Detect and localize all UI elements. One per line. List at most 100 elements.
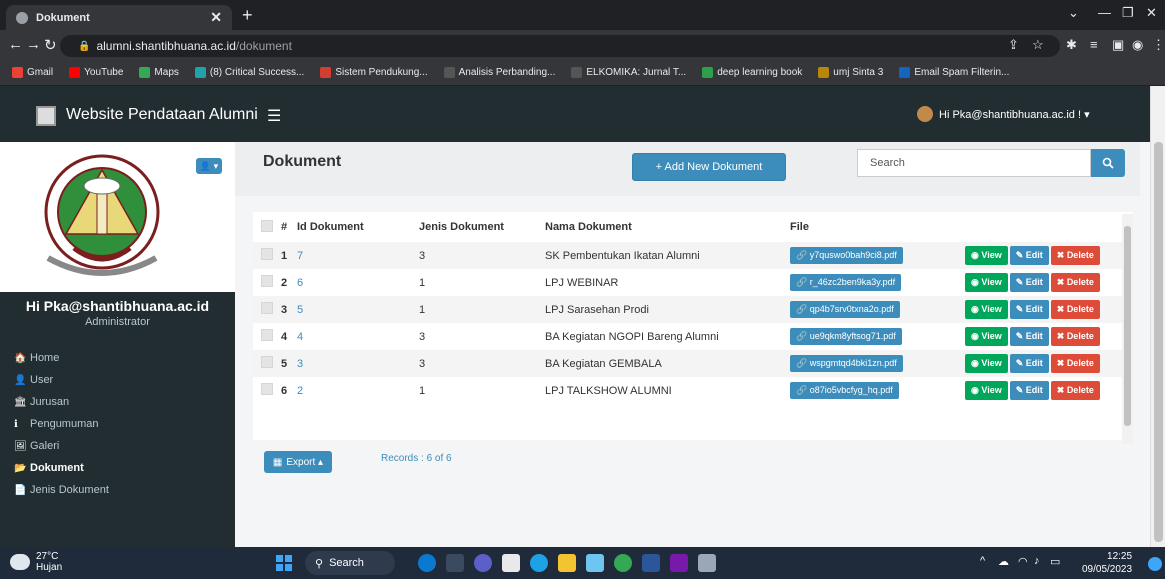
search-button[interactable]: [1091, 149, 1125, 177]
view-button[interactable]: ◉ View: [965, 246, 1008, 265]
tab-search-icon[interactable]: ⌄: [1068, 5, 1079, 21]
edit-button[interactable]: ✎ Edit: [1009, 273, 1049, 292]
hamburger-menu-icon[interactable]: ☰: [267, 106, 281, 126]
volume-icon[interactable]: ♪: [1034, 555, 1040, 567]
new-tab-icon[interactable]: +: [242, 5, 253, 26]
copilot-icon[interactable]: [418, 554, 436, 572]
sidebar-item-dokument[interactable]: 📂 Dokument: [0, 457, 235, 479]
url-field[interactable]: 🔒 alumni.shantibhuana.ac.id/dokument: [60, 35, 1060, 57]
sidebar-item-galeri[interactable]: 🖼 Galeri: [0, 435, 235, 457]
share-icon[interactable]: ⇪: [1008, 37, 1019, 53]
minimize-icon[interactable]: —: [1098, 5, 1111, 20]
bookmark-item[interactable]: Email Spam Filterin...: [899, 67, 1009, 78]
brand-title[interactable]: Website Pendataan Alumni: [66, 106, 258, 124]
edit-button[interactable]: ✎ Edit: [1009, 327, 1049, 346]
sidebar-item-jenis-dokument[interactable]: 📄 Jenis Dokument: [0, 479, 235, 501]
task-view-icon[interactable]: [446, 554, 464, 572]
search-input[interactable]: Search: [857, 149, 1091, 177]
menu-kebab-icon[interactable]: ⋮: [1152, 37, 1165, 53]
row-id-link[interactable]: 6: [297, 277, 303, 289]
view-button[interactable]: ◉ View: [965, 327, 1008, 346]
file-link[interactable]: 🔗 wspgmtqd4bki1zn.pdf: [790, 355, 903, 372]
onedrive-icon[interactable]: ☁: [998, 555, 1009, 568]
row-id-link[interactable]: 2: [297, 385, 303, 397]
delete-button[interactable]: ✖ Delete: [1050, 327, 1100, 346]
bookmark-item[interactable]: umj Sinta 3: [818, 67, 883, 78]
wifi-icon[interactable]: ◠: [1018, 555, 1028, 568]
user-menu[interactable]: Hi Pka@shantibhuana.ac.id ! ▾: [917, 106, 1090, 122]
forward-icon[interactable]: →: [26, 36, 41, 53]
bookmark-star-icon[interactable]: ☆: [1032, 37, 1044, 53]
delete-button[interactable]: ✖ Delete: [1050, 246, 1100, 265]
extensions-icon[interactable]: ✱: [1066, 37, 1077, 53]
delete-button[interactable]: ✖ Delete: [1050, 273, 1100, 292]
row-checkbox[interactable]: [261, 302, 273, 314]
row-id-link[interactable]: 4: [297, 331, 303, 343]
file-link[interactable]: 🔗 ue9qkm8yftsog71.pdf: [790, 328, 902, 345]
restore-icon[interactable]: ❐: [1122, 5, 1134, 21]
weather-widget[interactable]: 27°C Hujan: [10, 551, 62, 573]
view-button[interactable]: ◉ View: [965, 300, 1008, 319]
row-checkbox[interactable]: [261, 356, 273, 368]
logo-dropdown-button[interactable]: 👤 ▾: [196, 158, 222, 174]
bookmark-item[interactable]: ELKOMIKA: Jurnal T...: [571, 67, 686, 78]
view-button[interactable]: ◉ View: [965, 354, 1008, 373]
add-new-dokument-button[interactable]: + Add New Dokument: [632, 153, 786, 181]
delete-button[interactable]: ✖ Delete: [1050, 300, 1100, 319]
row-id-link[interactable]: 5: [297, 304, 303, 316]
powerpoint-icon[interactable]: [670, 554, 688, 572]
system-clock[interactable]: 12:25 09/05/2023: [1082, 550, 1132, 576]
delete-button[interactable]: ✖ Delete: [1050, 381, 1100, 400]
edge-icon[interactable]: [530, 554, 548, 572]
word-icon[interactable]: [642, 554, 660, 572]
close-tab-icon[interactable]: ✕: [210, 9, 222, 26]
export-button[interactable]: ▦ Export ▴: [264, 451, 332, 473]
back-icon[interactable]: ←: [8, 36, 23, 53]
edit-button[interactable]: ✎ Edit: [1009, 354, 1049, 373]
row-checkbox[interactable]: [261, 329, 273, 341]
sidepanel-icon[interactable]: ▣: [1112, 37, 1124, 53]
file-link[interactable]: 🔗 qp4b7srv0txna2o.pdf: [790, 301, 900, 318]
file-explorer-icon[interactable]: [558, 554, 576, 572]
snipping-tool-icon[interactable]: [698, 554, 716, 572]
table-scrollbar-thumb[interactable]: [1124, 226, 1131, 426]
sidebar-item-jurusan[interactable]: 🏛 Jurusan: [0, 391, 235, 413]
row-checkbox[interactable]: [261, 275, 273, 287]
profile-icon[interactable]: ◉: [1132, 37, 1143, 53]
widgets-icon[interactable]: [502, 554, 520, 572]
bookmark-item[interactable]: (8) Critical Success...: [194, 67, 304, 78]
battery-icon[interactable]: ▭: [1050, 555, 1060, 568]
edit-button[interactable]: ✎ Edit: [1009, 381, 1049, 400]
row-checkbox[interactable]: [261, 248, 273, 260]
reading-list-icon[interactable]: ≡: [1090, 37, 1098, 52]
windows-start-icon[interactable]: [276, 555, 292, 571]
close-window-icon[interactable]: ✕: [1146, 5, 1157, 21]
row-id-link[interactable]: 7: [297, 250, 303, 262]
bookmark-item[interactable]: Analisis Perbanding...: [443, 67, 555, 78]
notification-icon[interactable]: [1148, 557, 1162, 571]
view-button[interactable]: ◉ View: [965, 381, 1008, 400]
bookmark-item[interactable]: Sistem Pendukung...: [320, 67, 428, 78]
bookmark-item[interactable]: YouTube: [69, 67, 123, 78]
paint-icon[interactable]: [586, 554, 604, 572]
sidebar-item-home[interactable]: 🏠 Home: [0, 347, 235, 369]
edit-button[interactable]: ✎ Edit: [1009, 300, 1049, 319]
select-all-checkbox[interactable]: [261, 219, 273, 232]
bookmark-item[interactable]: Maps: [139, 67, 179, 78]
page-scrollbar-thumb[interactable]: [1154, 142, 1163, 542]
chat-icon[interactable]: [474, 554, 492, 572]
file-link[interactable]: 🔗 o87io5vbcfyg_hq.pdf: [790, 382, 899, 399]
file-link[interactable]: 🔗 r_46zc2ben9ka3y.pdf: [790, 274, 902, 291]
sidebar-item-user[interactable]: 👤 User: [0, 369, 235, 391]
tray-chevron-icon[interactable]: ^: [980, 555, 985, 567]
sidebar-item-pengumuman[interactable]: ℹ Pengumuman: [0, 413, 235, 435]
edit-button[interactable]: ✎ Edit: [1009, 246, 1049, 265]
page-scrollbar[interactable]: [1150, 86, 1165, 547]
browser-tab[interactable]: Dokument ✕: [6, 5, 232, 30]
table-scrollbar[interactable]: [1122, 214, 1133, 444]
view-button[interactable]: ◉ View: [965, 273, 1008, 292]
reload-icon[interactable]: ↻: [44, 36, 57, 54]
delete-button[interactable]: ✖ Delete: [1050, 354, 1100, 373]
bookmark-item[interactable]: Gmail: [12, 67, 53, 78]
taskbar-search[interactable]: ⚲ Search: [305, 551, 395, 575]
